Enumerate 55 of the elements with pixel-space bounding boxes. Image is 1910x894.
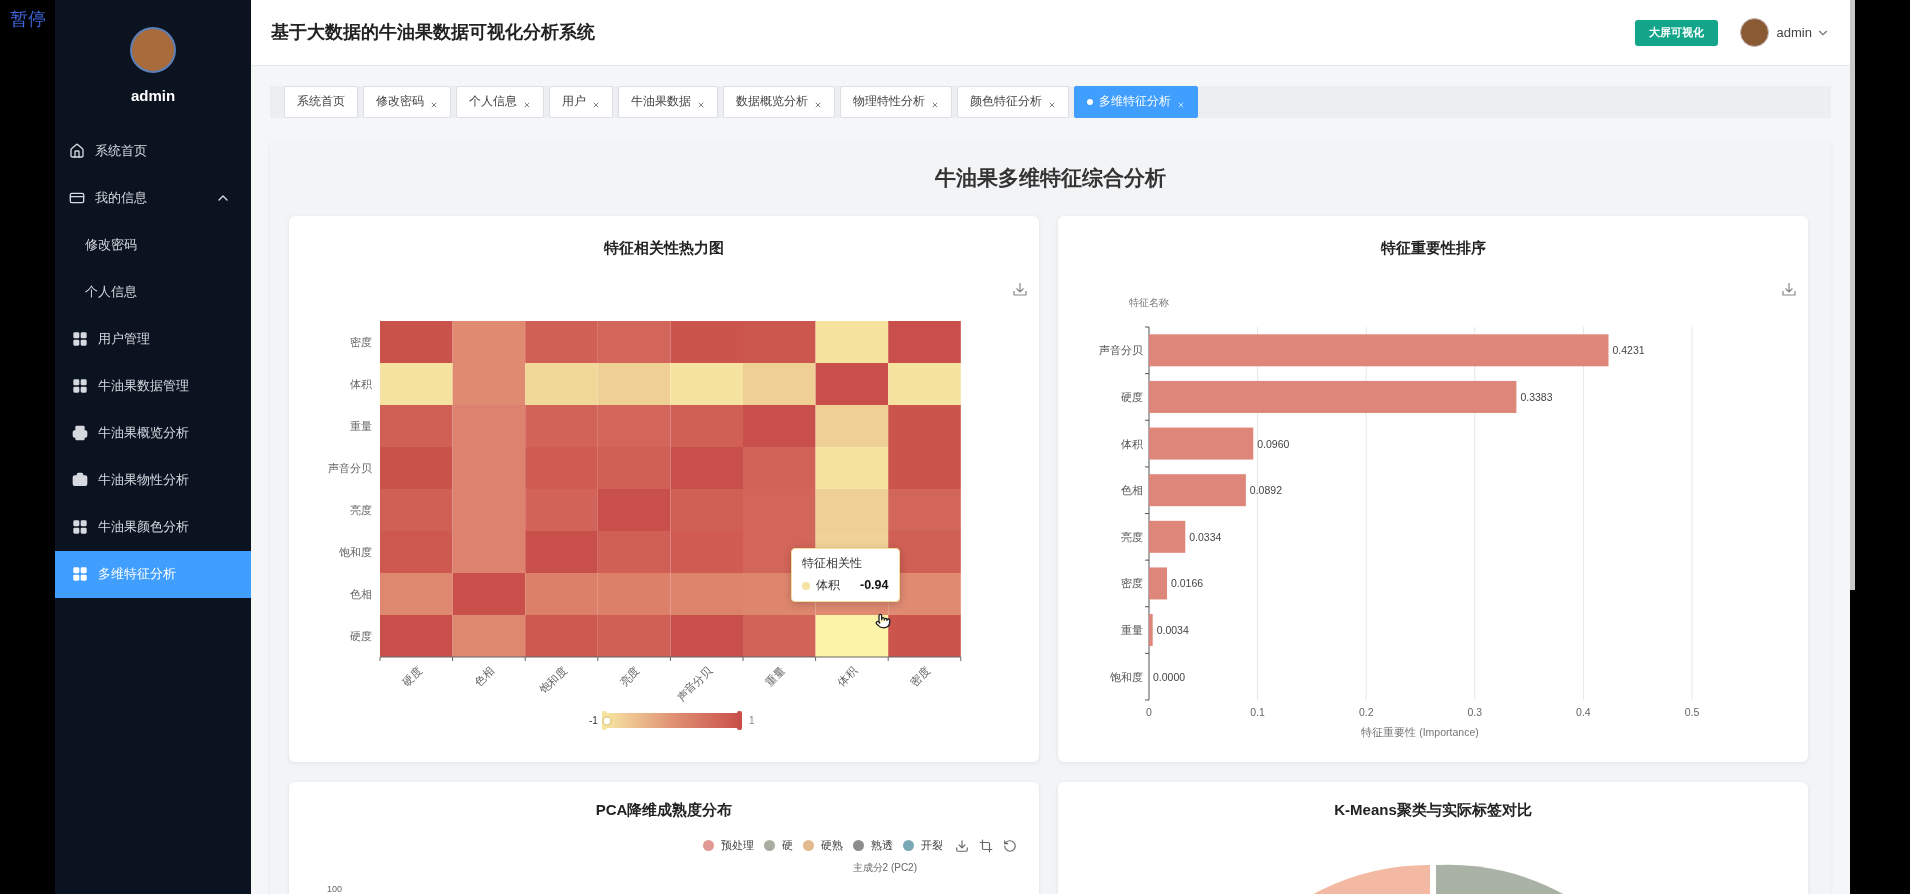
category-label: 重量	[1121, 624, 1143, 637]
value-label: 0.0960	[1257, 437, 1290, 450]
username: admin	[130, 86, 176, 106]
tick-label: 0.1	[1250, 706, 1265, 718]
chart-title: 特征重要性排序	[1380, 237, 1486, 258]
axis-label: 饱和度	[339, 546, 372, 558]
tick-label: 0	[1146, 706, 1152, 718]
axis-label: 硬度	[399, 663, 424, 688]
axis-label: 重量	[762, 663, 787, 688]
tick-label: 100	[327, 883, 343, 894]
value-label: 0.0034	[1156, 624, 1189, 637]
axis-label: 体积	[350, 378, 372, 390]
axis-label: 亮度	[617, 663, 642, 688]
pause-label: 暂停	[10, 9, 46, 29]
chart-title: K-Means聚类与实际标签对比	[1334, 799, 1532, 820]
y-axis-title: 特征名称	[1129, 297, 1169, 308]
tick-label: 0.4	[1576, 706, 1591, 718]
tick-label: 0.3	[1467, 706, 1483, 718]
value-label: 0.0334	[1189, 530, 1222, 543]
category-label: 声音分贝	[1099, 344, 1143, 357]
chart-title: 特征相关性热力图	[604, 237, 724, 258]
category-label: 体积	[1121, 437, 1143, 450]
tooltip-title: 特征相关性	[802, 556, 863, 571]
category-label: 硬度	[1121, 390, 1143, 403]
tick-label: 0.5	[1684, 706, 1700, 718]
axis-label: 亮度	[350, 504, 372, 516]
value-label: 0.0000	[1153, 670, 1186, 683]
value-label: 0.4231	[1612, 344, 1645, 357]
value-label: 0.0166	[1171, 577, 1204, 590]
tick-label: 0.2	[1358, 706, 1374, 718]
category-label: 密度	[1121, 577, 1143, 590]
axis-label: 色相	[472, 663, 497, 688]
category-label: 亮度	[1121, 530, 1143, 543]
page-title: 牛油果多维特征综合分析	[935, 165, 1166, 192]
axis-label: 体积	[835, 663, 860, 688]
scale-min-label: -1	[589, 715, 598, 726]
axis-label: 重量	[350, 420, 372, 432]
tooltip-name: 体积	[816, 578, 840, 593]
axis-title: 主成分2 (PC2)	[852, 860, 917, 875]
axis-label: 声音分贝	[674, 663, 715, 704]
axis-label: 声音分贝	[328, 462, 372, 474]
value-label: 0.3383	[1520, 390, 1553, 403]
category-label: 色相	[1121, 484, 1143, 497]
axis-label: 饱和度	[537, 663, 569, 696]
x-axis-title: 特征重要性 (Importance)	[1361, 726, 1479, 738]
axis-label: 硬度	[350, 630, 372, 642]
app-title: 基于大数据的牛油果数据可视化分析系统	[271, 21, 596, 44]
chart-title: PCA降维成熟度分布	[595, 799, 733, 820]
axis-label: 密度	[907, 663, 932, 688]
axis-label: 密度	[350, 336, 372, 348]
axis-label: 色相	[350, 588, 372, 600]
scale-max-label: 1	[749, 715, 755, 726]
value-label: 0.0892	[1249, 484, 1282, 497]
category-label: 饱和度	[1110, 670, 1143, 683]
tooltip-value: -0.94	[860, 577, 889, 595]
